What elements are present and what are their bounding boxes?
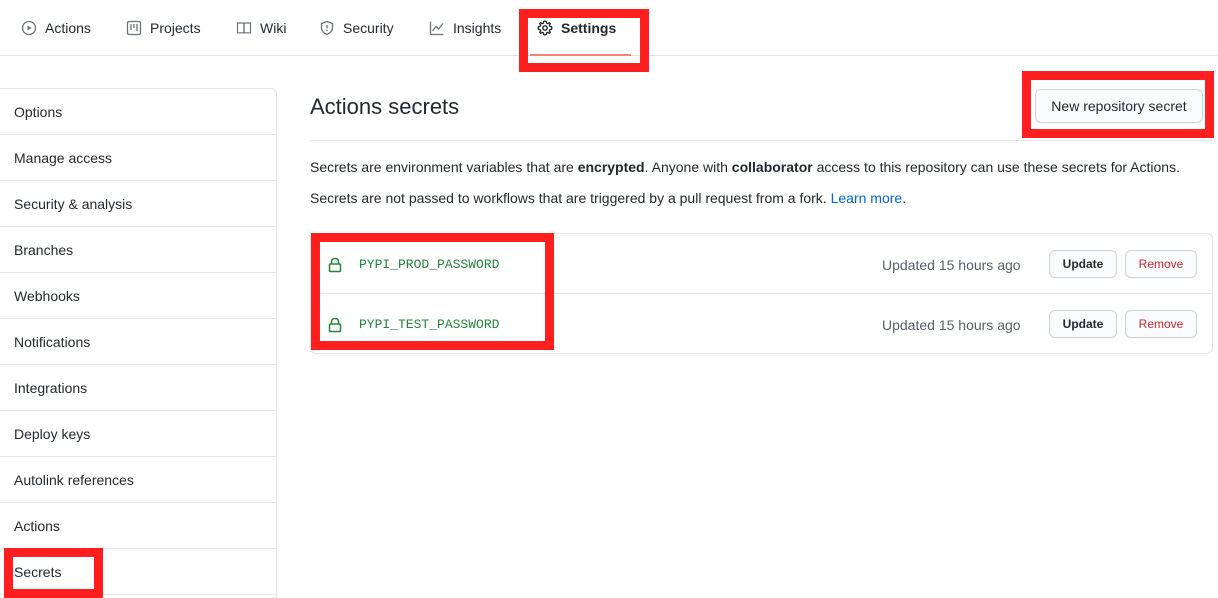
gear-icon <box>537 20 553 36</box>
sidebar-item-label: Options <box>14 103 63 120</box>
sidebar-item-label: Notifications <box>14 333 91 350</box>
tab-security[interactable]: Security <box>319 0 394 56</box>
tab-label: Security <box>343 20 394 36</box>
sidebar-item-autolink-references[interactable]: Autolink references <box>0 457 276 503</box>
desc-bold-encrypted: encrypted <box>577 159 645 175</box>
updated-time: Updated 15 hours ago <box>882 257 1021 273</box>
desc-text: . <box>902 190 907 206</box>
remove-button[interactable]: Remove <box>1125 250 1197 278</box>
sidebar-item-label: Manage access <box>14 149 113 166</box>
graph-icon <box>429 21 444 36</box>
sidebar-item-security-analysis[interactable]: Security & analysis <box>0 181 276 227</box>
sidebar-item-label: Security & analysis <box>14 195 133 212</box>
sidebar-item-actions[interactable]: Actions <box>0 503 276 549</box>
tab-settings[interactable]: Settings <box>537 0 616 56</box>
new-repository-secret-button[interactable]: New repository secret <box>1035 89 1203 123</box>
sidebar-item-deploy-keys[interactable]: Deploy keys <box>0 411 276 457</box>
sidebar-item-branches[interactable]: Branches <box>0 227 276 273</box>
sidebar-item-label: Actions <box>14 517 60 534</box>
fork-note: Secrets are not passed to workflows that… <box>310 190 906 206</box>
secret-name: PYPI_TEST_PASSWORD <box>359 317 500 332</box>
play-icon <box>21 20 37 36</box>
desc-text: Secrets are not passed to workflows that… <box>310 190 831 206</box>
desc-text: Secrets are environment variables that a… <box>310 159 578 175</box>
desc-text: access to this repository can use these … <box>812 159 1180 175</box>
divider <box>310 140 1213 141</box>
project-icon <box>126 20 142 36</box>
sidebar-item-label: Autolink references <box>14 471 134 488</box>
sidebar-item-label: Branches <box>14 241 74 258</box>
book-icon <box>236 22 252 34</box>
remove-button[interactable]: Remove <box>1125 310 1197 338</box>
sidebar-item-secrets[interactable]: Secrets <box>0 549 276 595</box>
sidebar-item-manage-access[interactable]: Manage access <box>0 135 276 181</box>
update-button[interactable]: Update <box>1049 250 1117 278</box>
updated-time: Updated 15 hours ago <box>882 317 1021 333</box>
sidebar-item-label: Webhooks <box>14 287 80 304</box>
lock-icon <box>328 257 342 273</box>
sidebar-item-notifications[interactable]: Notifications <box>0 319 276 365</box>
sidebar-item-integrations[interactable]: Integrations <box>0 365 276 411</box>
tab-label: Settings <box>561 20 617 36</box>
desc-bold-collaborator: collaborator <box>731 159 813 175</box>
sidebar-item-webhooks[interactable]: Webhooks <box>0 273 276 319</box>
shield-icon <box>320 20 334 36</box>
selected-tab-indicator <box>530 54 631 56</box>
settings-sidebar: Options Manage access Security & analysi… <box>0 88 277 598</box>
tab-actions[interactable]: Actions <box>21 0 91 56</box>
tab-label: Insights <box>453 20 502 36</box>
page-title: Actions secrets <box>310 94 460 119</box>
lock-icon <box>328 317 342 333</box>
learn-more-link[interactable]: Learn more <box>831 190 903 206</box>
list-item: PYPI_PROD_PASSWORD Updated 15 hours ago … <box>311 234 1212 294</box>
tab-label: Projects <box>150 20 201 36</box>
tab-insights[interactable]: Insights <box>429 0 501 56</box>
tab-label: Actions <box>45 20 91 36</box>
tab-wiki[interactable]: Wiki <box>236 0 286 56</box>
secret-name: PYPI_PROD_PASSWORD <box>359 257 500 272</box>
desc-text: . Anyone with <box>644 159 732 175</box>
secrets-list: PYPI_PROD_PASSWORD Updated 15 hours ago … <box>310 233 1213 354</box>
sidebar-item-label: Integrations <box>14 379 88 396</box>
update-button[interactable]: Update <box>1049 310 1117 338</box>
tab-projects[interactable]: Projects <box>126 0 201 56</box>
sidebar-item-label: Secrets <box>14 563 62 580</box>
sidebar-item-label: Deploy keys <box>14 425 91 442</box>
secrets-description: Secrets are environment variables that a… <box>310 159 1180 175</box>
repo-nav: Actions Projects Wiki Security Insights … <box>0 0 1218 56</box>
list-item: PYPI_TEST_PASSWORD Updated 15 hours ago … <box>311 294 1212 354</box>
sidebar-item-options[interactable]: Options <box>0 89 276 135</box>
tab-label: Wiki <box>260 20 287 36</box>
